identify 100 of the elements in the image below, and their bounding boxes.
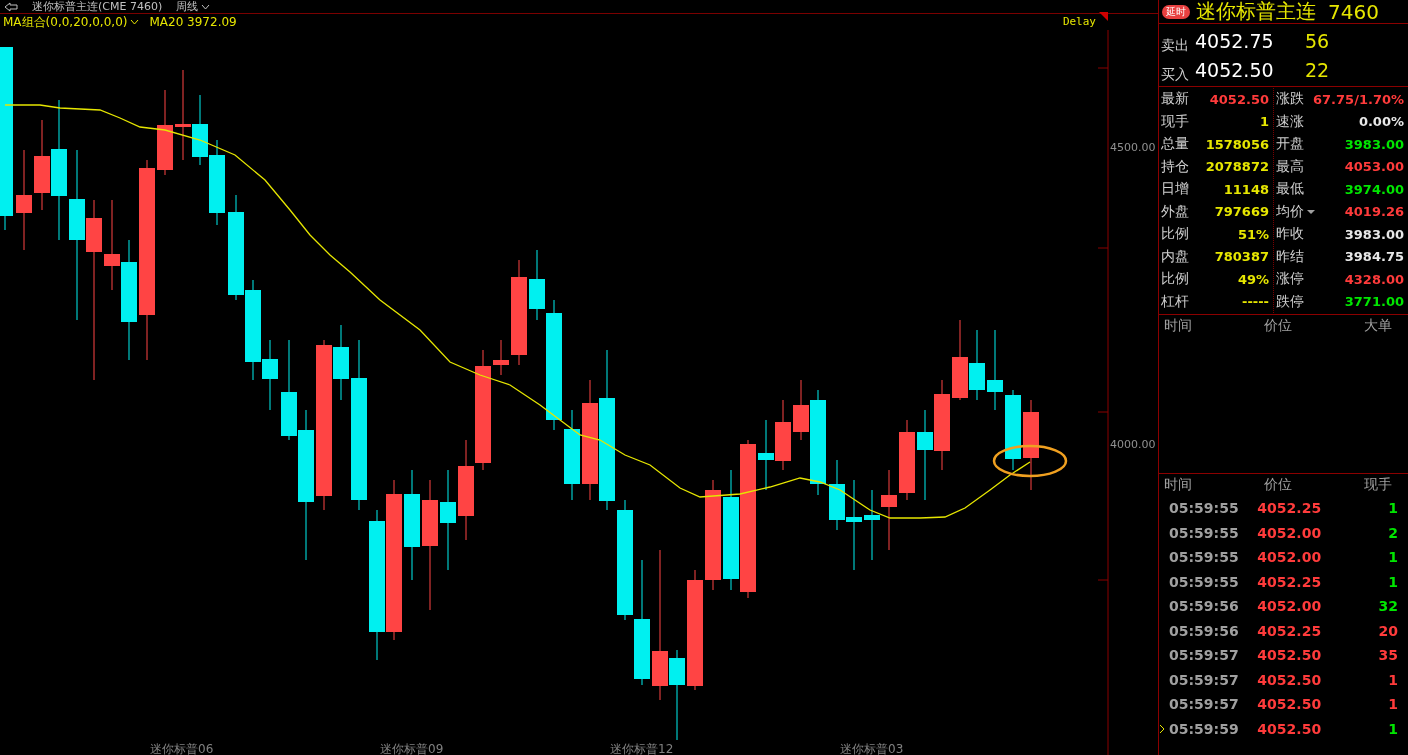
chevron-icon bbox=[130, 19, 140, 25]
y-axis-label: 4500.00 bbox=[1110, 141, 1156, 154]
x-axis-label: 迷你标普12 bbox=[610, 742, 674, 755]
stat-label: 昨结 bbox=[1276, 247, 1304, 266]
stat-label: 外盘 bbox=[1161, 202, 1189, 221]
order-label: 卖出 bbox=[1161, 37, 1190, 55]
stat-value: 3771.00 bbox=[1344, 294, 1404, 310]
column-header: 价位 bbox=[1263, 476, 1293, 494]
column-header: 时间 bbox=[1164, 476, 1193, 494]
trade-price: 4052.00 bbox=[1256, 549, 1323, 566]
column-header: 时间 bbox=[1164, 317, 1193, 335]
trade-price: 4052.50 bbox=[1256, 647, 1323, 664]
stat-label: 比例 bbox=[1161, 270, 1189, 289]
stat-label: 速涨 bbox=[1276, 112, 1304, 131]
caret-icon[interactable] bbox=[1306, 208, 1316, 215]
stat-label: 涨跌 bbox=[1276, 90, 1304, 109]
stat-value: 3983.00 bbox=[1344, 136, 1404, 152]
delay-badge: 延时 bbox=[1162, 4, 1190, 19]
candlestick bbox=[829, 459, 845, 531]
stat-label: 日增 bbox=[1161, 180, 1189, 199]
order-price: 4052.75 bbox=[1195, 29, 1275, 52]
trade-price: 4052.25 bbox=[1256, 622, 1323, 639]
trade-time: 05:59:57 bbox=[1169, 647, 1240, 664]
order-volume: 22 bbox=[1305, 58, 1331, 81]
candlestick bbox=[775, 399, 791, 471]
stat-value: 2078872 bbox=[1205, 159, 1269, 175]
stat-label: 涨停 bbox=[1276, 270, 1304, 289]
trade-time: 05:59:55 bbox=[1169, 549, 1240, 566]
trade-volume: 1 bbox=[1387, 549, 1398, 566]
trade-volume: 35 bbox=[1377, 647, 1398, 664]
stat-value: 4052.50 bbox=[1209, 91, 1269, 107]
x-axis-label: 迷你标普06 bbox=[150, 742, 214, 755]
trade-time: 05:59:57 bbox=[1169, 671, 1240, 688]
trade-time: 05:59:56 bbox=[1169, 622, 1240, 639]
order-volume: 56 bbox=[1305, 29, 1331, 52]
candlestick bbox=[864, 489, 880, 561]
trade-price: 4052.00 bbox=[1256, 598, 1323, 615]
trade-price: 4052.25 bbox=[1256, 500, 1323, 517]
stat-value: 4019.26 bbox=[1344, 204, 1404, 220]
stat-label: 比例 bbox=[1161, 225, 1189, 244]
stat-value: 797669 bbox=[1214, 204, 1269, 220]
stat-label: 内盘 bbox=[1161, 247, 1189, 266]
stat-label: 均价 bbox=[1276, 202, 1316, 221]
stat-value: 49% bbox=[1237, 271, 1269, 287]
instrument-code: 7460 bbox=[1328, 0, 1379, 24]
period-selector[interactable]: 周线 bbox=[176, 0, 211, 13]
trade-time: 05:59:59 bbox=[1169, 720, 1240, 737]
column-header: 大单 bbox=[1363, 317, 1392, 335]
delay-label: Delay bbox=[1062, 15, 1096, 28]
trade-volume: 2 bbox=[1387, 524, 1398, 541]
trade-volume: 1 bbox=[1387, 573, 1398, 590]
stat-value: 67.75/1.70% bbox=[1313, 91, 1404, 107]
stat-label: 现手 bbox=[1161, 112, 1189, 131]
y-axis-label: 4000.00 bbox=[1110, 438, 1156, 451]
trade-volume: 1 bbox=[1387, 671, 1398, 688]
chart-title: 迷你标普主连(CME 7460) bbox=[32, 0, 163, 13]
trade-time: 05:59:55 bbox=[1169, 524, 1240, 541]
stat-value: 3984.75 bbox=[1344, 249, 1404, 265]
trade-volume: 1 bbox=[1387, 500, 1398, 517]
corner-flag-icon bbox=[1099, 12, 1108, 21]
stat-label: 总量 bbox=[1161, 135, 1189, 154]
stat-value: 780387 bbox=[1214, 249, 1269, 265]
trade-volume: 1 bbox=[1387, 696, 1398, 713]
candlestick bbox=[262, 339, 278, 411]
stat-label: 持仓 bbox=[1161, 157, 1189, 176]
stat-value: 3974.00 bbox=[1344, 181, 1404, 197]
stat-label: 开盘 bbox=[1276, 135, 1304, 154]
stat-value: 11148 bbox=[1223, 181, 1269, 197]
stat-value: 4053.00 bbox=[1344, 159, 1404, 175]
x-axis-label: 迷你标普03 bbox=[840, 742, 904, 755]
trade-volume: 20 bbox=[1377, 622, 1398, 639]
trade-time: 05:59:57 bbox=[1169, 696, 1240, 713]
back-icon[interactable] bbox=[4, 1, 18, 12]
candlestick bbox=[758, 419, 774, 491]
stat-label: 跌停 bbox=[1276, 292, 1304, 311]
instrument-name: 迷你标普主连 bbox=[1196, 0, 1316, 25]
trade-price: 4052.25 bbox=[1256, 573, 1323, 590]
stat-value: ----- bbox=[1242, 294, 1269, 310]
stat-label: 杠杆 bbox=[1161, 292, 1189, 311]
candlestick bbox=[969, 329, 985, 401]
stat-value: 1 bbox=[1259, 114, 1269, 130]
stat-value: 51% bbox=[1237, 226, 1269, 242]
order-price: 4052.50 bbox=[1195, 58, 1275, 81]
indicator-selector[interactable]: MA组合(0,0,20,0,0,0) bbox=[3, 13, 140, 31]
stat-label: 昨收 bbox=[1276, 225, 1304, 244]
stat-value: 1578056 bbox=[1205, 136, 1269, 152]
stat-label: 最新 bbox=[1161, 90, 1189, 109]
column-header: 现手 bbox=[1363, 476, 1392, 494]
indicator-value: MA20 3972.09 bbox=[149, 15, 237, 29]
stat-label: 最低 bbox=[1276, 180, 1304, 199]
trade-price: 4052.50 bbox=[1256, 671, 1323, 688]
stat-value: 0.00% bbox=[1358, 114, 1404, 130]
trade-volume: 32 bbox=[1377, 598, 1398, 615]
chevron-icon bbox=[201, 3, 211, 10]
trade-price: 4052.00 bbox=[1256, 524, 1323, 541]
trade-time: 05:59:55 bbox=[1169, 573, 1240, 590]
trade-volume: 1 bbox=[1387, 720, 1398, 737]
candlestick bbox=[192, 94, 208, 166]
candlestick bbox=[493, 339, 509, 376]
column-header: 价位 bbox=[1263, 317, 1293, 335]
